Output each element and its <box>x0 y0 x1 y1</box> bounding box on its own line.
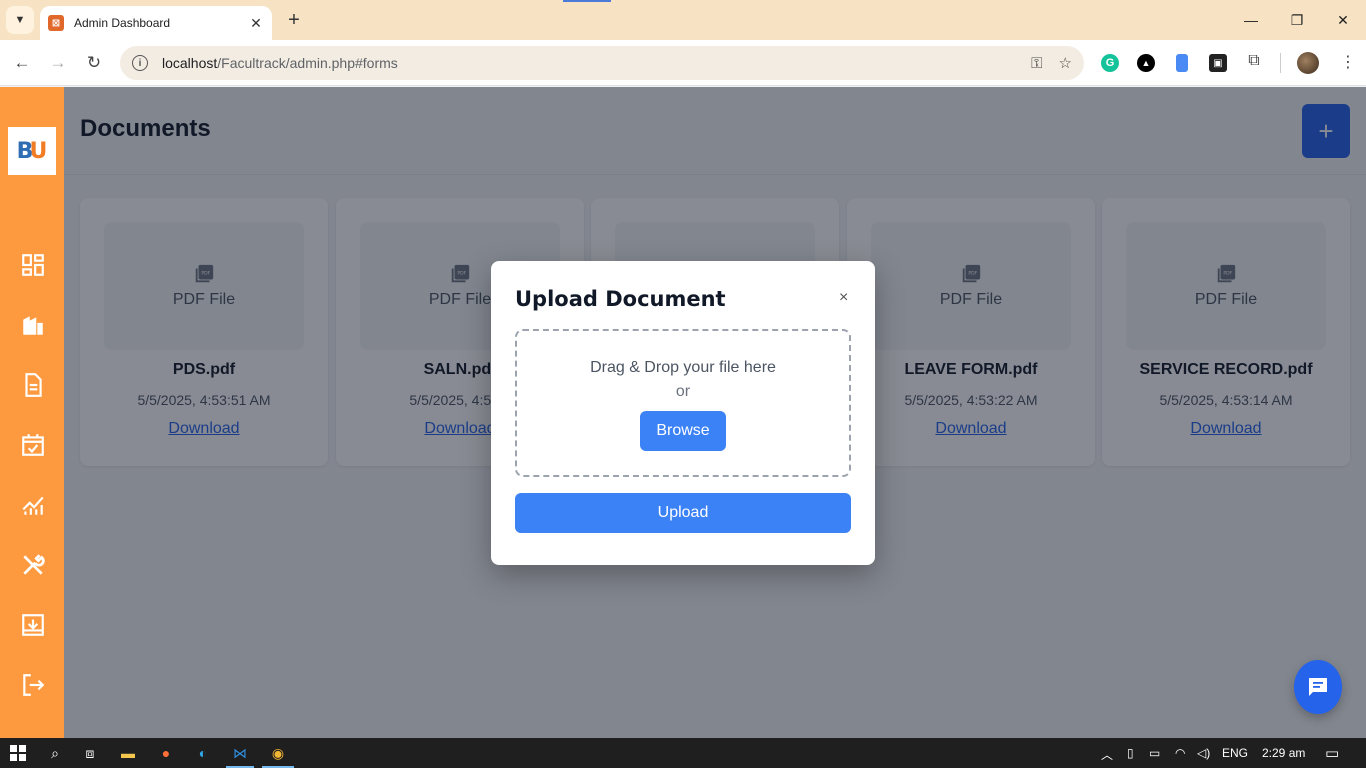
profile-avatar[interactable] <box>1297 52 1319 74</box>
browser-menu-icon[interactable]: ⋮ <box>1340 52 1356 72</box>
app-logo: BU <box>8 127 56 175</box>
chat-button[interactable] <box>1294 660 1342 714</box>
calendar-check-icon[interactable] <box>20 432 46 458</box>
os-taskbar: ⌕ ⧈ ▬ ● ◐ ⋈ ◉ ︿ ▯ ▭ ◠ ◁) ENG 2:29 am ▭ <box>0 738 1366 768</box>
upload-modal: Upload Document × Drag & Drop your file … <box>491 261 875 565</box>
wifi-icon[interactable]: ◠ <box>1175 746 1185 760</box>
dashboard-icon[interactable] <box>20 252 46 278</box>
windows-start-icon[interactable] <box>8 743 28 763</box>
tab-search-icon[interactable]: ▼ <box>6 6 34 34</box>
browser-toolbar: ← → ↻ i localhost/Facultrack/admin.php#f… <box>0 40 1366 86</box>
edge-icon[interactable]: ◐ <box>193 743 213 763</box>
modal-title: Upload Document <box>515 287 726 311</box>
restore-icon[interactable]: ❐ <box>1274 0 1320 40</box>
dropzone-text: Drag & Drop your file here <box>590 359 776 376</box>
document-icon[interactable] <box>20 372 46 398</box>
grammarly-extension-icon[interactable]: G <box>1101 54 1119 72</box>
back-icon[interactable]: ← <box>10 51 34 75</box>
tray-device-icon[interactable]: ▯ <box>1127 746 1134 760</box>
battery-icon[interactable]: ▭ <box>1149 746 1160 760</box>
sidebar: BU <box>0 87 64 738</box>
window-controls: — ❐ ✕ <box>1228 0 1366 40</box>
new-tab-icon[interactable]: + <box>282 8 306 32</box>
site-info-icon[interactable]: i <box>132 55 148 71</box>
firefox-icon[interactable]: ● <box>156 743 176 763</box>
url-text[interactable]: localhost/Facultrack/admin.php#forms <box>162 55 1015 71</box>
chat-icon <box>1309 678 1327 696</box>
tools-icon[interactable] <box>20 552 46 578</box>
reload-icon[interactable]: ↻ <box>82 51 106 75</box>
browser-tab-bar: ▼ ⊠ Admin Dashboard ✕ + — ❐ ✕ <box>0 0 1366 40</box>
tab-title: Admin Dashboard <box>74 16 171 30</box>
archive-download-icon[interactable] <box>20 612 46 638</box>
browser-tab[interactable]: ⊠ Admin Dashboard ✕ <box>40 6 272 40</box>
extension-box-icon[interactable]: ▣ <box>1209 54 1227 72</box>
upload-button[interactable]: Upload <box>515 493 851 533</box>
minimize-icon[interactable]: — <box>1228 0 1274 40</box>
extensions-puzzle-icon[interactable]: ⧉ <box>1245 52 1263 70</box>
tab-indicator <box>563 0 611 2</box>
analytics-icon[interactable] <box>20 492 46 518</box>
building-icon[interactable] <box>20 312 46 338</box>
volume-icon[interactable]: ◁) <box>1197 746 1210 760</box>
bookmark-star-icon[interactable]: ☆ <box>1059 54 1072 72</box>
dropzone-or: or <box>675 383 691 400</box>
extension-doc-icon[interactable] <box>1176 54 1188 72</box>
vscode-icon[interactable]: ⋈ <box>230 743 250 763</box>
logout-icon[interactable] <box>20 672 46 698</box>
language-indicator[interactable]: ENG <box>1222 746 1248 760</box>
file-dropzone[interactable]: Drag & Drop your file here or Browse <box>515 329 851 477</box>
window-close-icon[interactable]: ✕ <box>1320 0 1366 40</box>
extension-triangle-icon[interactable]: ▲ <box>1137 54 1155 72</box>
tab-close-icon[interactable]: ✕ <box>248 15 264 32</box>
toolbar-separator <box>1280 53 1281 73</box>
clock[interactable]: 2:29 am <box>1262 746 1305 760</box>
browse-button[interactable]: Browse <box>640 411 726 451</box>
chrome-icon[interactable]: ◉ <box>268 743 288 763</box>
address-bar[interactable]: i localhost/Facultrack/admin.php#forms ⚿… <box>120 46 1084 80</box>
task-view-icon[interactable]: ⧈ <box>80 743 100 763</box>
password-key-icon[interactable]: ⚿ <box>1031 55 1042 72</box>
notifications-icon[interactable]: ▭ <box>1325 744 1339 762</box>
forward-icon[interactable]: → <box>46 51 70 75</box>
tray-chevron-icon[interactable]: ︿ <box>1101 746 1113 763</box>
file-explorer-icon[interactable]: ▬ <box>118 743 138 763</box>
search-icon[interactable]: ⌕ <box>45 743 65 763</box>
favicon-icon: ⊠ <box>48 15 64 31</box>
modal-close-button[interactable]: × <box>839 289 848 307</box>
